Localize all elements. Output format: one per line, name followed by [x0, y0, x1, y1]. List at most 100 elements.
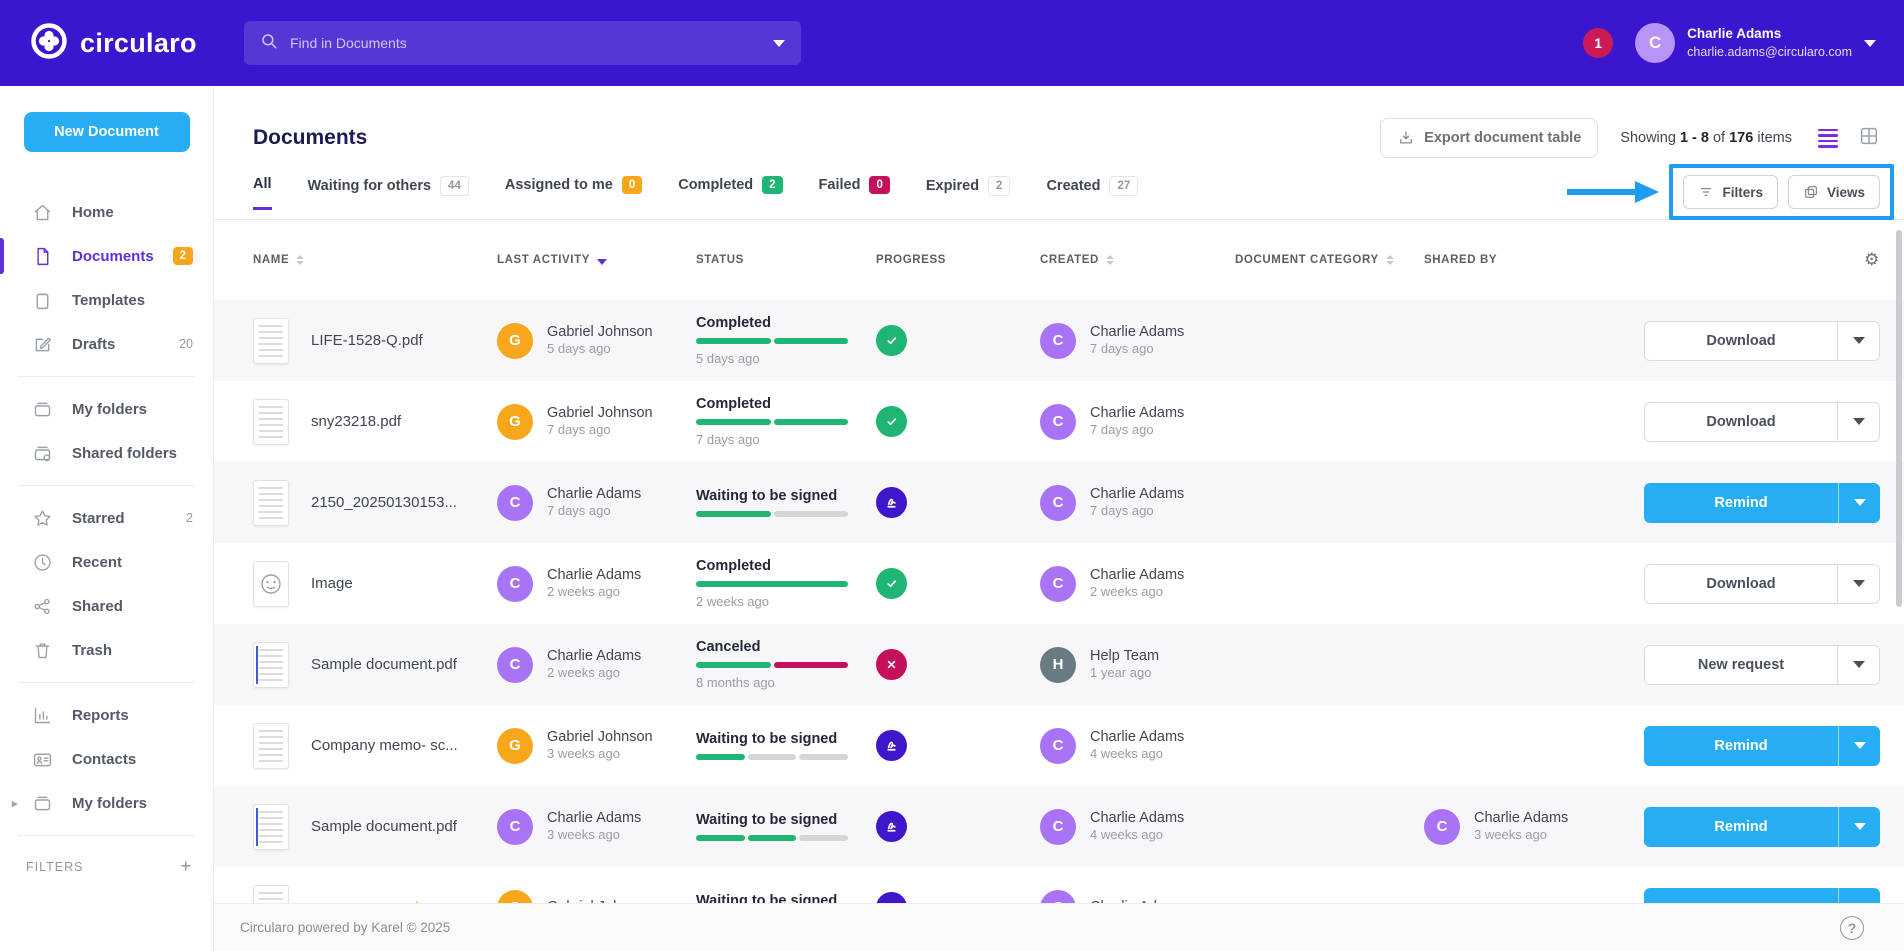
tab-completed[interactable]: Completed2	[678, 176, 782, 212]
sidebar-item-contacts[interactable]: Contacts	[0, 737, 213, 781]
tab-waiting-for-others[interactable]: Waiting for others44	[308, 176, 469, 214]
name-cell: LIFE-1528-Q.pdf	[253, 318, 497, 364]
sidebar-item-shared[interactable]: Shared	[0, 584, 213, 628]
tab-failed[interactable]: Failed0	[819, 176, 890, 212]
progress-cell	[876, 406, 1040, 437]
sidebar-item-recent[interactable]: Recent	[0, 540, 213, 584]
table-row[interactable]: Sample document.pdfCCharlie Adams3 weeks…	[214, 786, 1904, 867]
sidebar-item-my-folders-2[interactable]: ▸ My folders	[0, 781, 213, 825]
progress-segment	[774, 419, 849, 425]
progress-segment	[696, 754, 745, 760]
sidebar-item-starred[interactable]: Starred 2	[0, 496, 213, 540]
sidebar-item-my-folders[interactable]: My folders	[0, 387, 213, 431]
document-thumbnail-icon	[253, 642, 289, 688]
created-cell: CCharlie Adams7 days ago	[1040, 485, 1235, 521]
sidebar-item-templates[interactable]: Templates	[0, 278, 213, 322]
column-header-progress[interactable]: PROGRESS	[876, 254, 1040, 266]
chevron-right-icon[interactable]: ▸	[12, 797, 18, 810]
action-button-label[interactable]: Download	[1645, 403, 1837, 441]
user-menu-caret-icon[interactable]	[1864, 40, 1876, 47]
new-request-button[interactable]: New request	[1644, 645, 1880, 685]
filter-icon	[1698, 184, 1714, 200]
signature-pending-icon	[876, 811, 907, 842]
progress-cell	[876, 487, 1040, 518]
notification-badge[interactable]: 1	[1583, 28, 1613, 58]
table-row[interactable]: 2150_20250130153...CCharlie Adams7 days …	[214, 462, 1904, 543]
sort-icon[interactable]	[296, 255, 304, 265]
table-row[interactable]: ImageCCharlie Adams2 weeks agoCompleted2…	[214, 543, 1904, 624]
table-settings-gear-icon[interactable]: ⚙	[1864, 250, 1880, 270]
sidebar-item-trash[interactable]: Trash	[0, 628, 213, 672]
sort-icon[interactable]	[1106, 255, 1114, 265]
sidebar-item-reports[interactable]: Reports	[0, 693, 213, 737]
global-search[interactable]	[244, 21, 801, 65]
shared-by-cell: CCharlie Adams3 weeks ago	[1424, 809, 1620, 845]
brand-logo[interactable]: circularo	[30, 22, 230, 65]
action-button-label[interactable]: Remind	[1644, 483, 1838, 523]
action-dropdown-caret[interactable]	[1837, 565, 1879, 603]
views-button[interactable]: Views	[1788, 175, 1880, 209]
home-icon	[32, 201, 54, 223]
sidebar-item-shared-folders[interactable]: Shared folders	[0, 431, 213, 475]
last-activity-cell: CCharlie Adams2 weeks ago	[497, 566, 696, 602]
trash-icon	[32, 639, 54, 661]
export-document-table-button[interactable]: Export document table	[1380, 118, 1598, 158]
tab-expired[interactable]: Expired2	[926, 176, 1011, 214]
avatar: G	[497, 323, 533, 359]
action-button-label[interactable]: Download	[1645, 565, 1837, 603]
action-dropdown-caret[interactable]	[1838, 726, 1880, 766]
user-menu[interactable]: C Charlie Adams charlie.adams@circularo.…	[1635, 23, 1876, 63]
add-filter-icon[interactable]: +	[180, 856, 191, 877]
download-button[interactable]: Download	[1644, 402, 1880, 442]
tab-created[interactable]: Created27	[1046, 176, 1138, 214]
person-info: Charlie Adams4 weeks ago	[1090, 809, 1184, 845]
tab-all[interactable]: All	[253, 176, 272, 210]
column-header-shared-by[interactable]: SHARED BY	[1424, 254, 1620, 266]
action-button-label[interactable]: Download	[1645, 322, 1837, 360]
download-button[interactable]: Download	[1644, 564, 1880, 604]
column-header-created[interactable]: CREATED	[1040, 254, 1235, 266]
action-button-label[interactable]: New request	[1645, 646, 1837, 684]
last-activity-cell: GGabriel Johnson5 days ago	[497, 323, 696, 359]
remind-button[interactable]: Remind	[1644, 807, 1880, 847]
action-button-label[interactable]: Remind	[1644, 726, 1838, 766]
filters-button[interactable]: Filters	[1683, 175, 1778, 209]
sidebar-item-home[interactable]: Home	[0, 190, 213, 234]
action-button-label[interactable]: Remind	[1644, 807, 1838, 847]
action-dropdown-caret[interactable]	[1838, 807, 1880, 847]
action-dropdown-caret[interactable]	[1837, 322, 1879, 360]
action-dropdown-caret[interactable]	[1837, 646, 1879, 684]
avatar: C	[497, 566, 533, 602]
avatar: C	[1040, 323, 1076, 359]
search-scope-caret-icon[interactable]	[773, 40, 785, 47]
circularo-logo-icon	[30, 22, 68, 65]
column-header-name[interactable]: NAME	[253, 254, 497, 266]
search-input[interactable]	[290, 35, 773, 51]
grid-view-icon[interactable]	[1858, 125, 1880, 152]
tab-assigned-to-me[interactable]: Assigned to me0	[505, 176, 642, 212]
document-name: LIFE-1528-Q.pdf	[311, 332, 423, 349]
help-icon[interactable]: ?	[1840, 916, 1864, 940]
table-row[interactable]: Company memo- sc...GGabriel Johnson3 wee…	[214, 705, 1904, 786]
remind-button[interactable]: Remind	[1644, 483, 1880, 523]
new-document-button[interactable]: New Document	[24, 112, 190, 152]
sort-desc-icon[interactable]	[597, 259, 607, 265]
action-dropdown-caret[interactable]	[1838, 483, 1880, 523]
list-view-icon[interactable]	[1818, 129, 1838, 148]
sort-icon[interactable]	[1386, 255, 1394, 265]
remind-button[interactable]: Remind	[1644, 726, 1880, 766]
table-row[interactable]: sny23218.pdfGGabriel Johnson7 days agoCo…	[214, 381, 1904, 462]
column-header-last-activity[interactable]: LAST ACTIVITY	[497, 254, 696, 266]
action-dropdown-caret[interactable]	[1837, 403, 1879, 441]
sidebar-item-drafts[interactable]: Drafts 20	[0, 322, 213, 366]
download-button[interactable]: Download	[1644, 321, 1880, 361]
table-row[interactable]: LIFE-1528-Q.pdf GGabriel Johnson5 days ag…	[214, 300, 1904, 381]
table-row[interactable]: Sample document.pdfCCharlie Adams2 weeks…	[214, 624, 1904, 705]
column-header-status[interactable]: STATUS	[696, 254, 876, 266]
column-header-document-category[interactable]: DOCUMENT CATEGORY	[1235, 254, 1424, 266]
sidebar-item-documents[interactable]: Documents 2	[0, 234, 213, 278]
scrollbar-thumb[interactable]	[1896, 230, 1902, 607]
relative-time: 7 days ago	[547, 422, 653, 439]
filters-section-label: FILTERS	[26, 860, 83, 874]
last-activity-cell: GGabriel Johnson3 weeks ago	[497, 728, 696, 764]
